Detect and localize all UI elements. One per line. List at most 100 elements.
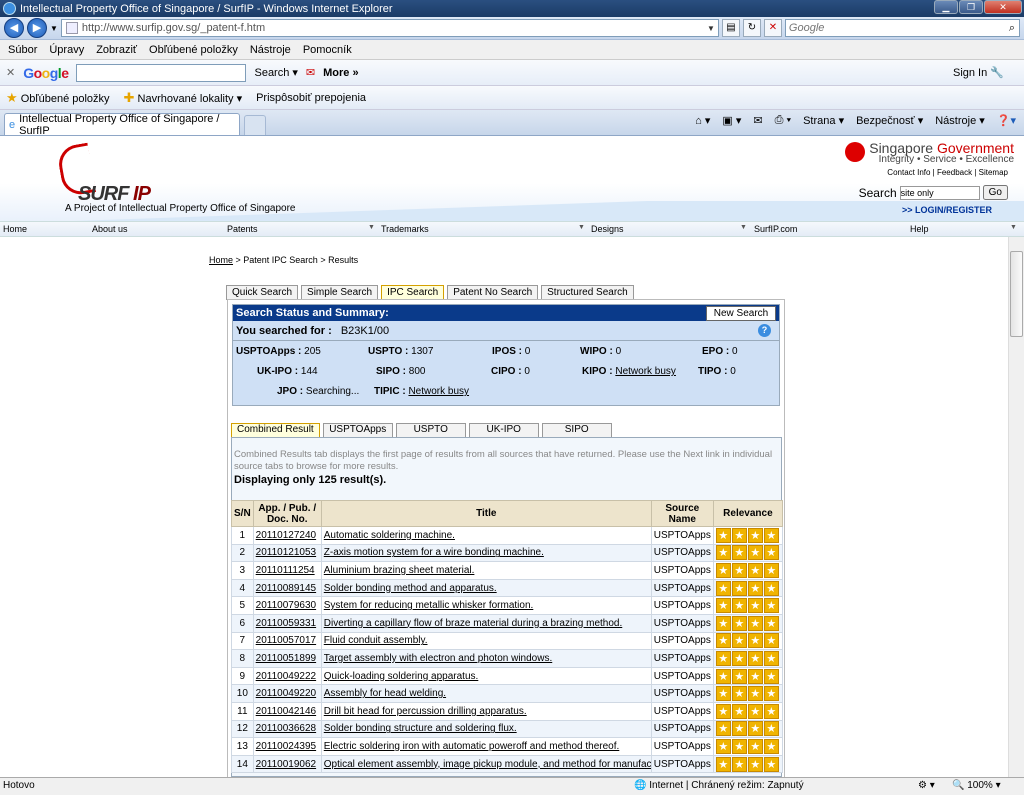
protected-mode-icon[interactable]: ⚙ ▾ <box>918 780 935 791</box>
scrollbar-thumb[interactable] <box>1010 251 1023 337</box>
more-button[interactable]: More » <box>323 67 358 79</box>
kipo-status-link[interactable]: Network busy <box>615 366 676 377</box>
trademarks-dropdown-icon[interactable]: ▼ <box>578 224 585 231</box>
designs-dropdown-icon[interactable]: ▼ <box>740 224 747 231</box>
title-link[interactable]: Automatic soldering machine. <box>324 530 455 541</box>
menu-tools[interactable]: Nástroje <box>250 44 291 56</box>
doc-number-link[interactable]: 20110024395 <box>256 741 316 752</box>
tipic-status-link[interactable]: Network busy <box>408 386 469 397</box>
web-search-input[interactable] <box>788 22 1009 34</box>
wrench-icon[interactable]: 🔧 <box>990 67 1004 79</box>
menu-view[interactable]: Zobraziť <box>96 44 137 56</box>
doc-number-link[interactable]: 20110059331 <box>256 618 316 629</box>
title-link[interactable]: Assembly for head welding. <box>324 688 446 699</box>
menu-file[interactable]: Súbor <box>8 44 37 56</box>
tab-combined-result[interactable]: Combined Result <box>231 423 320 437</box>
title-link[interactable]: Fluid conduit assembly. <box>324 635 428 646</box>
title-link[interactable]: System for reducing metallic whisker for… <box>324 600 534 611</box>
tab-simple-search[interactable]: Simple Search <box>301 285 379 300</box>
breadcrumb-home[interactable]: Home <box>209 255 233 265</box>
customize-links[interactable]: Prispôsobiť prepojenia <box>256 92 366 104</box>
tab-usptoapps[interactable]: USPTOApps <box>322 423 393 437</box>
doc-number-link[interactable]: 20110036628 <box>256 723 316 734</box>
history-dropdown-icon[interactable]: ▼ <box>50 24 58 33</box>
forward-button[interactable]: ▶ <box>27 18 47 38</box>
doc-number-link[interactable]: 20110049220 <box>256 688 316 699</box>
nav-designs[interactable]: Designs <box>591 224 624 234</box>
help-dropdown-icon[interactable]: ▼ <box>1010 224 1017 231</box>
tab-sipo[interactable]: SIPO <box>541 423 612 437</box>
refresh-button[interactable]: ↻ <box>742 19 761 37</box>
doc-number-link[interactable]: 20110049222 <box>256 671 316 682</box>
home-icon[interactable]: ⌂ ▾ <box>695 114 710 127</box>
address-bar[interactable]: ▼ <box>60 19 719 37</box>
google-search-button[interactable]: Search ▾ <box>254 66 297 79</box>
contact-link[interactable]: Contact Info <box>887 168 930 177</box>
help-question-icon[interactable]: ? <box>758 324 771 337</box>
compat-view-button[interactable]: ▤ <box>721 19 740 37</box>
nav-trademarks[interactable]: Trademarks <box>381 224 429 234</box>
title-link[interactable]: Target assembly with electron and photon… <box>324 653 552 664</box>
maximize-button[interactable]: ❐ <box>959 0 983 14</box>
new-tab-button[interactable] <box>244 115 266 135</box>
tab-uk-ipo[interactable]: UK-IPO <box>468 423 539 437</box>
print-icon[interactable]: ⎙ ▾ <box>775 114 791 127</box>
close-toolbar-icon[interactable]: ✕ <box>6 66 15 79</box>
feedback-link[interactable]: Feedback <box>937 168 972 177</box>
address-input[interactable] <box>81 22 707 34</box>
suggested-sites[interactable]: ✚ Navrhované lokality ▾ <box>124 90 243 106</box>
title-link[interactable]: Drill bit head for percussion drilling a… <box>324 706 527 717</box>
nav-patents[interactable]: Patents <box>227 224 258 234</box>
nav-about[interactable]: About us <box>92 224 128 234</box>
signin-button[interactable]: Sign In 🔧 <box>953 66 1004 79</box>
tools-menu[interactable]: Nástroje ▾ <box>935 114 985 127</box>
search-icon[interactable]: ⌕ <box>1009 22 1019 35</box>
back-button[interactable]: ◀ <box>4 18 24 38</box>
doc-number-link[interactable]: 20110127240 <box>256 530 316 541</box>
stop-button[interactable]: ✕ <box>763 19 782 37</box>
tab-ipc-search[interactable]: IPC Search <box>381 285 445 300</box>
doc-number-link[interactable]: 20110019062 <box>256 759 316 770</box>
add-favorite-icon[interactable]: ✚ <box>124 90 135 105</box>
new-search-button[interactable]: New Search <box>706 306 776 321</box>
doc-number-link[interactable]: 20110079630 <box>256 600 316 611</box>
favorites-button[interactable]: ★ Obľúbené položky <box>6 90 110 106</box>
address-dropdown-icon[interactable]: ▼ <box>707 24 718 33</box>
menu-favorites[interactable]: Obľúbené položky <box>149 44 238 56</box>
doc-number-link[interactable]: 20110057017 <box>256 635 316 646</box>
gmail-icon[interactable]: ✉ <box>306 66 315 79</box>
login-register-link[interactable]: >> LOGIN/REGISTER <box>902 205 992 215</box>
title-link[interactable]: Electric soldering iron with automatic p… <box>324 741 620 752</box>
mail-icon[interactable]: ✉ <box>753 114 762 127</box>
surfip-logo[interactable]: SURF IP <box>55 142 160 205</box>
close-button[interactable]: ✕ <box>984 0 1022 14</box>
tab-uspto[interactable]: USPTO <box>395 423 466 437</box>
nav-surfipcom[interactable]: SurfIP.com <box>754 224 797 234</box>
title-link[interactable]: Solder bonding method and apparatus. <box>324 583 497 594</box>
title-link[interactable]: Aluminium brazing sheet material. <box>324 565 475 576</box>
web-search-box[interactable]: ⌕ <box>784 19 1020 37</box>
site-search-go[interactable]: Go <box>982 185 1008 200</box>
doc-number-link[interactable]: 20110089145 <box>256 583 316 594</box>
help-icon[interactable]: ❓▾ <box>997 114 1016 127</box>
doc-number-link[interactable]: 20110051899 <box>256 653 316 664</box>
doc-number-link[interactable]: 20110042146 <box>256 706 316 717</box>
title-link[interactable]: Quick-loading soldering apparatus. <box>324 671 479 682</box>
tab-quick-search[interactable]: Quick Search <box>226 285 299 300</box>
doc-number-link[interactable]: 20110121053 <box>256 547 316 558</box>
tab-structured-search[interactable]: Structured Search <box>541 285 634 300</box>
minimize-button[interactable]: ▁ <box>934 0 958 14</box>
patents-dropdown-icon[interactable]: ▼ <box>368 224 375 231</box>
page-menu[interactable]: Strana ▾ <box>803 114 844 127</box>
title-link[interactable]: Solder bonding structure and soldering f… <box>324 723 517 734</box>
browser-tab[interactable]: e Intellectual Property Office of Singap… <box>4 113 240 137</box>
doc-number-link[interactable]: 20110111254 <box>256 565 315 576</box>
feeds-icon[interactable]: ▣ ▾ <box>722 114 741 127</box>
safety-menu[interactable]: Bezpečnosť ▾ <box>856 114 923 127</box>
title-link[interactable]: Diverting a capillary flow of braze mate… <box>324 618 622 629</box>
tab-patent-no-search[interactable]: Patent No Search <box>447 285 539 300</box>
title-link[interactable]: Z-axis motion system for a wire bonding … <box>324 547 544 558</box>
nav-home[interactable]: Home <box>3 224 27 234</box>
title-link[interactable]: Optical element assembly, image pickup m… <box>324 759 651 770</box>
google-search-input[interactable] <box>76 63 247 82</box>
